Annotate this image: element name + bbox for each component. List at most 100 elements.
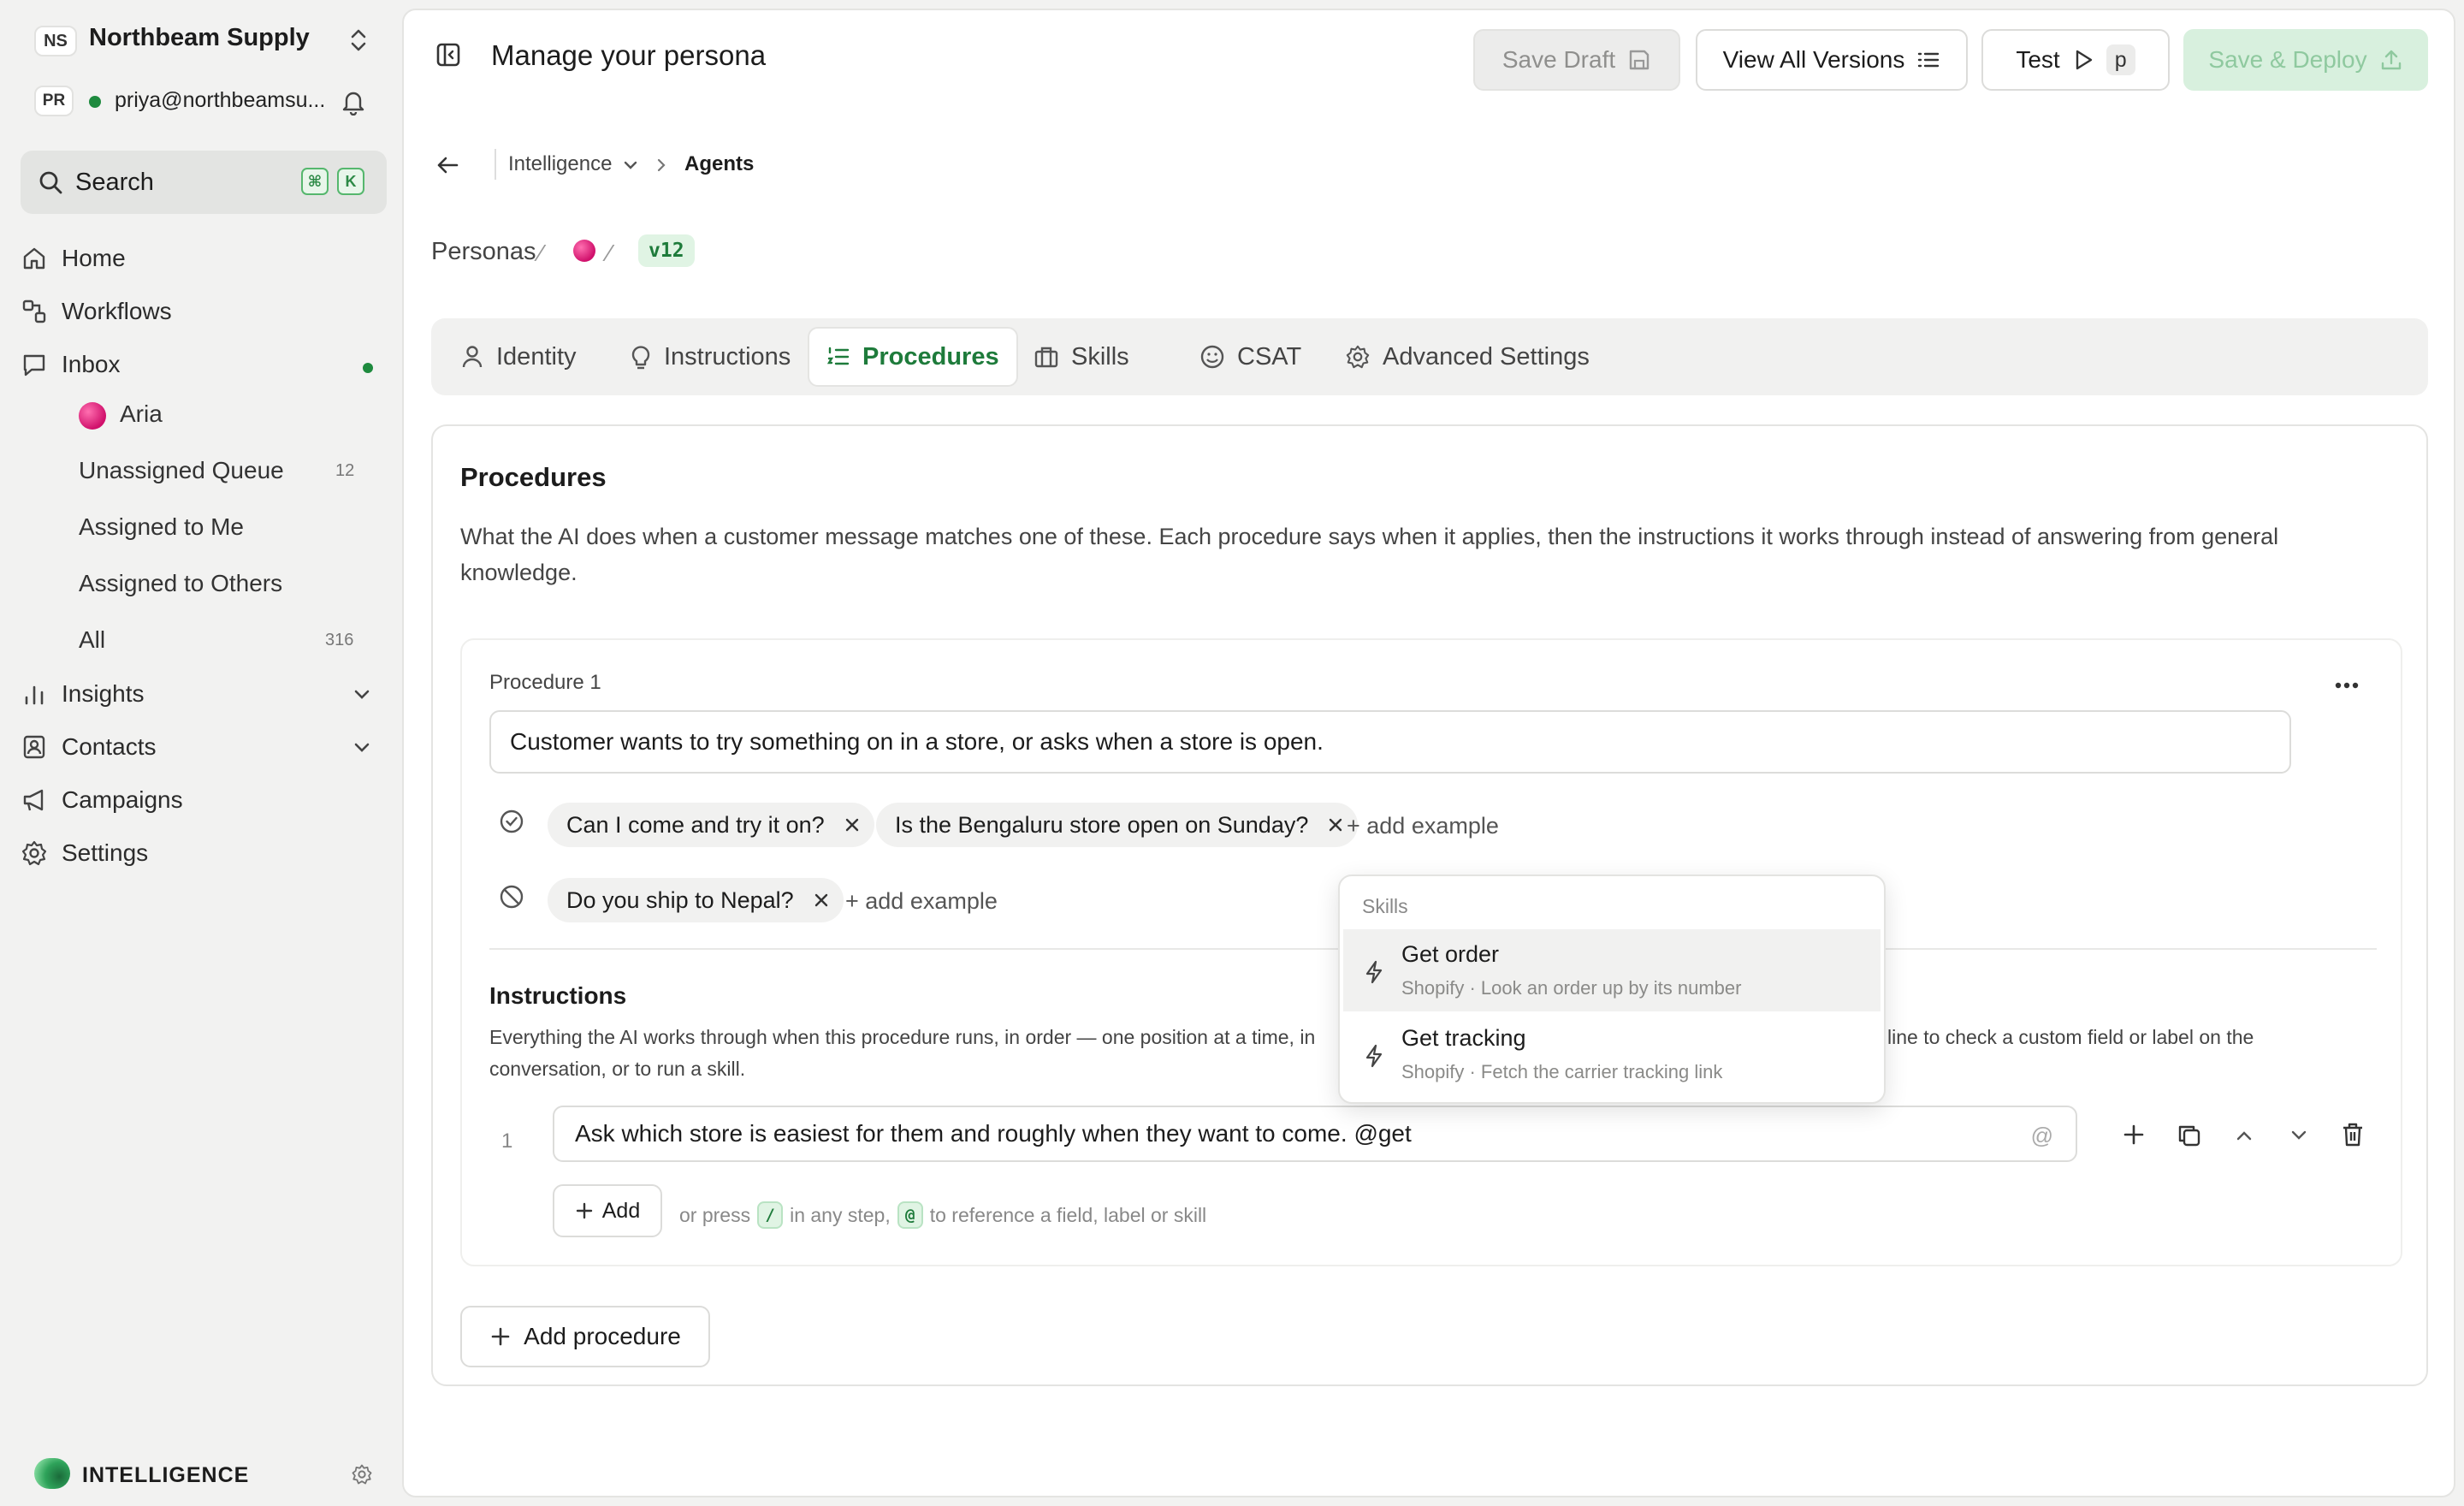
chevron-down-icon[interactable] [2288,1124,2310,1147]
test-button[interactable]: Test p [1981,29,2170,91]
personas-link[interactable]: Personas [431,238,536,266]
tab-csat[interactable]: CSAT [1182,327,1318,387]
chevron-up-icon[interactable] [2233,1124,2255,1147]
tab-procedures[interactable]: Procedures [808,327,1018,387]
add-negative-example[interactable]: + add example [845,888,998,915]
tab-identity-label: Identity [496,342,577,371]
chevron-down-icon[interactable] [621,157,640,173]
tab-advanced-settings[interactable]: Advanced Settings [1328,327,1607,387]
nav-contacts-label: Contacts [62,733,157,760]
add-procedure-label: Add procedure [524,1323,681,1349]
nav-settings[interactable]: Settings [21,830,148,876]
user-avatar[interactable]: PR [34,86,74,116]
list-icon [1916,50,1940,70]
at-sign-icon[interactable]: @ [2031,1123,2053,1149]
nav-inbox[interactable]: Inbox [21,341,121,388]
check-circle-icon [498,808,525,835]
search-button[interactable]: Search ⌘ K [21,151,387,214]
nav-insights[interactable]: Insights [21,671,145,717]
condition-input[interactable]: Customer wants to try something on in a … [489,710,2291,774]
inbox-item-aria[interactable]: Aria [120,400,163,428]
close-icon[interactable] [844,816,861,833]
aria-avatar [79,402,106,430]
nav-home[interactable]: Home [21,235,126,282]
tab-bar: Identity Instructions Procedures Skills … [431,318,2428,395]
tab-skills-label: Skills [1071,342,1129,371]
chevron-down-icon[interactable] [351,738,373,756]
example-text: Is the Bengaluru store open on Sunday? [895,811,1309,838]
skill-subtitle: Shopify · Look an order up by its number [1401,977,1742,999]
breadcrumb-intelligence[interactable]: Intelligence [508,152,612,176]
skill-title: Get tracking [1401,1025,1526,1051]
plus-icon[interactable] [2122,1123,2146,1147]
nav-workflows-label: Workflows [62,298,172,324]
inbox-item-unassigned[interactable]: Unassigned Queue [79,457,284,484]
nav-contacts[interactable]: Contacts [21,724,157,770]
skills-dropdown-heading: Skills [1362,895,1408,917]
step-input[interactable]: Ask which store is easiest for them and … [553,1106,2077,1162]
main-panel: Manage your persona Save Draft View All … [402,9,2455,1497]
search-label: Search [75,168,154,196]
inbox-item-assigned-others[interactable]: Assigned to Others [79,570,282,597]
chevron-updown-icon[interactable] [346,26,371,55]
bell-icon[interactable] [341,88,366,116]
add-procedure-button[interactable]: Add procedure [460,1306,710,1367]
inbox-item-all[interactable]: All [79,626,105,654]
user-email[interactable]: priya@northbeamsu... [115,88,325,113]
add-step-button[interactable]: Add [553,1184,662,1237]
save-draft-button[interactable]: Save Draft [1473,29,1680,91]
hint-text-c: to reference a field, label or skill [929,1203,1207,1226]
plus-icon [575,1201,594,1220]
example-text: Do you ship to Nepal? [566,886,794,913]
block-icon [498,883,525,910]
positive-example-chip[interactable]: Is the Bengaluru store open on Sunday? [876,803,1359,847]
skill-option-get-tracking[interactable]: Get tracking Shopify · Fetch the carrier… [1343,1013,1881,1095]
test-label: Test [2016,46,2060,73]
instructions-title: Instructions [489,982,627,1009]
inbox-item-assigned-me[interactable]: Assigned to Me [79,513,244,541]
skill-option-get-order[interactable]: Get order Shopify · Look an order up by … [1343,929,1881,1011]
gear-icon [1345,344,1371,370]
save-deploy-label: Save & Deploy [2208,46,2367,73]
at-key-badge: @ [897,1201,923,1229]
k-key-badge: K [337,168,364,195]
upload-icon [2379,48,2403,72]
path-separator: ⁄ [607,240,612,266]
skill-subtitle: Shopify · Fetch the carrier tracking lin… [1401,1061,1723,1082]
back-arrow-icon[interactable] [435,154,460,176]
positive-example-chip[interactable]: Can I come and try it on? [548,803,874,847]
breadcrumb-agents: Agents [684,152,755,175]
page-title: Manage your persona [491,39,767,71]
more-options-icon[interactable] [2334,681,2360,690]
hint-text-b: in any step, [790,1203,891,1226]
trash-icon[interactable] [2341,1121,2365,1148]
nav-workflows[interactable]: Workflows [21,288,172,335]
tab-skills[interactable]: Skills [1016,327,1146,387]
cmd-key-badge: ⌘ [301,168,329,195]
version-badge[interactable]: v12 [638,234,695,267]
negative-example-chip[interactable]: Do you ship to Nepal? [548,878,844,922]
step-hint: or press / in any step, @ to reference a… [679,1201,1206,1229]
duplicate-icon[interactable] [2177,1123,2202,1148]
view-all-versions-button[interactable]: View All Versions [1696,29,1968,91]
close-icon[interactable] [813,892,830,909]
sidebar-toggle-icon[interactable] [435,41,462,68]
nav-insights-label: Insights [62,680,145,707]
workspace-name[interactable]: Northbeam Supply [89,24,310,52]
floppy-icon [1627,48,1651,72]
gear-icon[interactable] [351,1463,373,1485]
persona-avatar[interactable] [573,240,595,262]
tab-identity[interactable]: Identity [443,327,594,387]
workspace-badge[interactable]: NS [34,26,77,56]
tab-instructions-label: Instructions [664,342,791,371]
example-text: Can I come and try it on? [566,811,825,838]
contacts-icon [21,733,48,761]
nav-campaigns[interactable]: Campaigns [21,777,183,823]
close-icon[interactable] [1327,816,1344,833]
tab-instructions[interactable]: Instructions [613,327,808,387]
chevron-down-icon[interactable] [351,685,373,703]
search-icon [38,169,63,195]
add-positive-example[interactable]: + add example [1347,813,1499,839]
save-deploy-button[interactable]: Save & Deploy [2183,29,2428,91]
procedures-description: What the AI does when a customer message… [460,524,2279,585]
